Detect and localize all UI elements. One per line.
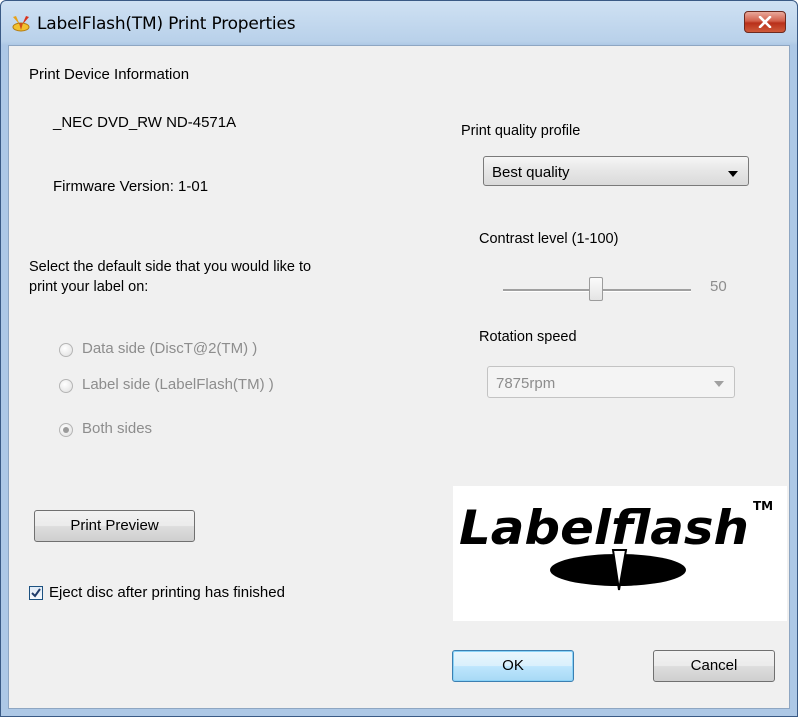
radio-button[interactable] [59,423,73,437]
logo-tm: TM [753,499,773,513]
radio-selected-dot [63,427,69,433]
slider-thumb[interactable] [589,277,604,301]
device-info-label: Print Device Information [29,66,190,83]
rotation-dropdown[interactable]: 7875rpm [487,366,735,398]
contrast-label: Contrast level (1-100) [479,231,619,247]
radio-button[interactable] [59,343,73,357]
eject-checkbox[interactable] [29,586,43,600]
close-icon [758,16,772,28]
contrast-value: 50 [710,278,727,295]
quality-value: Best quality [492,164,570,181]
firmware-version: Firmware Version: 1-01 [53,178,209,195]
labelflash-logo: Labelflash TM [453,486,787,621]
cancel-button[interactable]: Cancel [653,650,775,682]
side-prompt-line2: print your label on: [29,279,149,295]
chevron-down-icon [728,171,738,177]
radio-label: Both sides [82,420,153,437]
ok-button[interactable]: OK [452,650,574,682]
radio-label: Label side (LabelFlash(TM) ) [82,376,274,393]
rotation-value: 7875rpm [496,375,556,392]
close-button[interactable] [744,11,786,33]
quality-dropdown[interactable]: Best quality [483,156,749,186]
labelflash-logo-graphic: Labelflash TM [459,499,773,591]
quality-label: Print quality profile [461,123,581,139]
rotation-label: Rotation speed [479,329,577,345]
radio-button[interactable] [59,379,73,393]
checkmark-icon [31,588,41,598]
print-preview-button[interactable]: Print Preview [34,510,195,542]
logo-text: Labelflash [459,501,749,556]
radio-label: Data side (DiscT@2(TM) ) [82,340,258,357]
dialog-body: Print Device Information _NEC DVD_RW ND-… [8,45,790,709]
eject-label: Eject disc after printing has finished [49,584,285,601]
device-name: _NEC DVD_RW ND-4571A [53,114,237,131]
side-prompt-line1: Select the default side that you would l… [29,259,312,275]
window-title: LabelFlash(TM) Print Properties [37,14,296,34]
labelflash-app-icon [12,16,30,32]
title-bar[interactable]: LabelFlash(TM) Print Properties [1,1,797,45]
dialog-window: LabelFlash(TM) Print Properties Print De… [0,0,798,717]
chevron-down-icon [714,381,724,387]
